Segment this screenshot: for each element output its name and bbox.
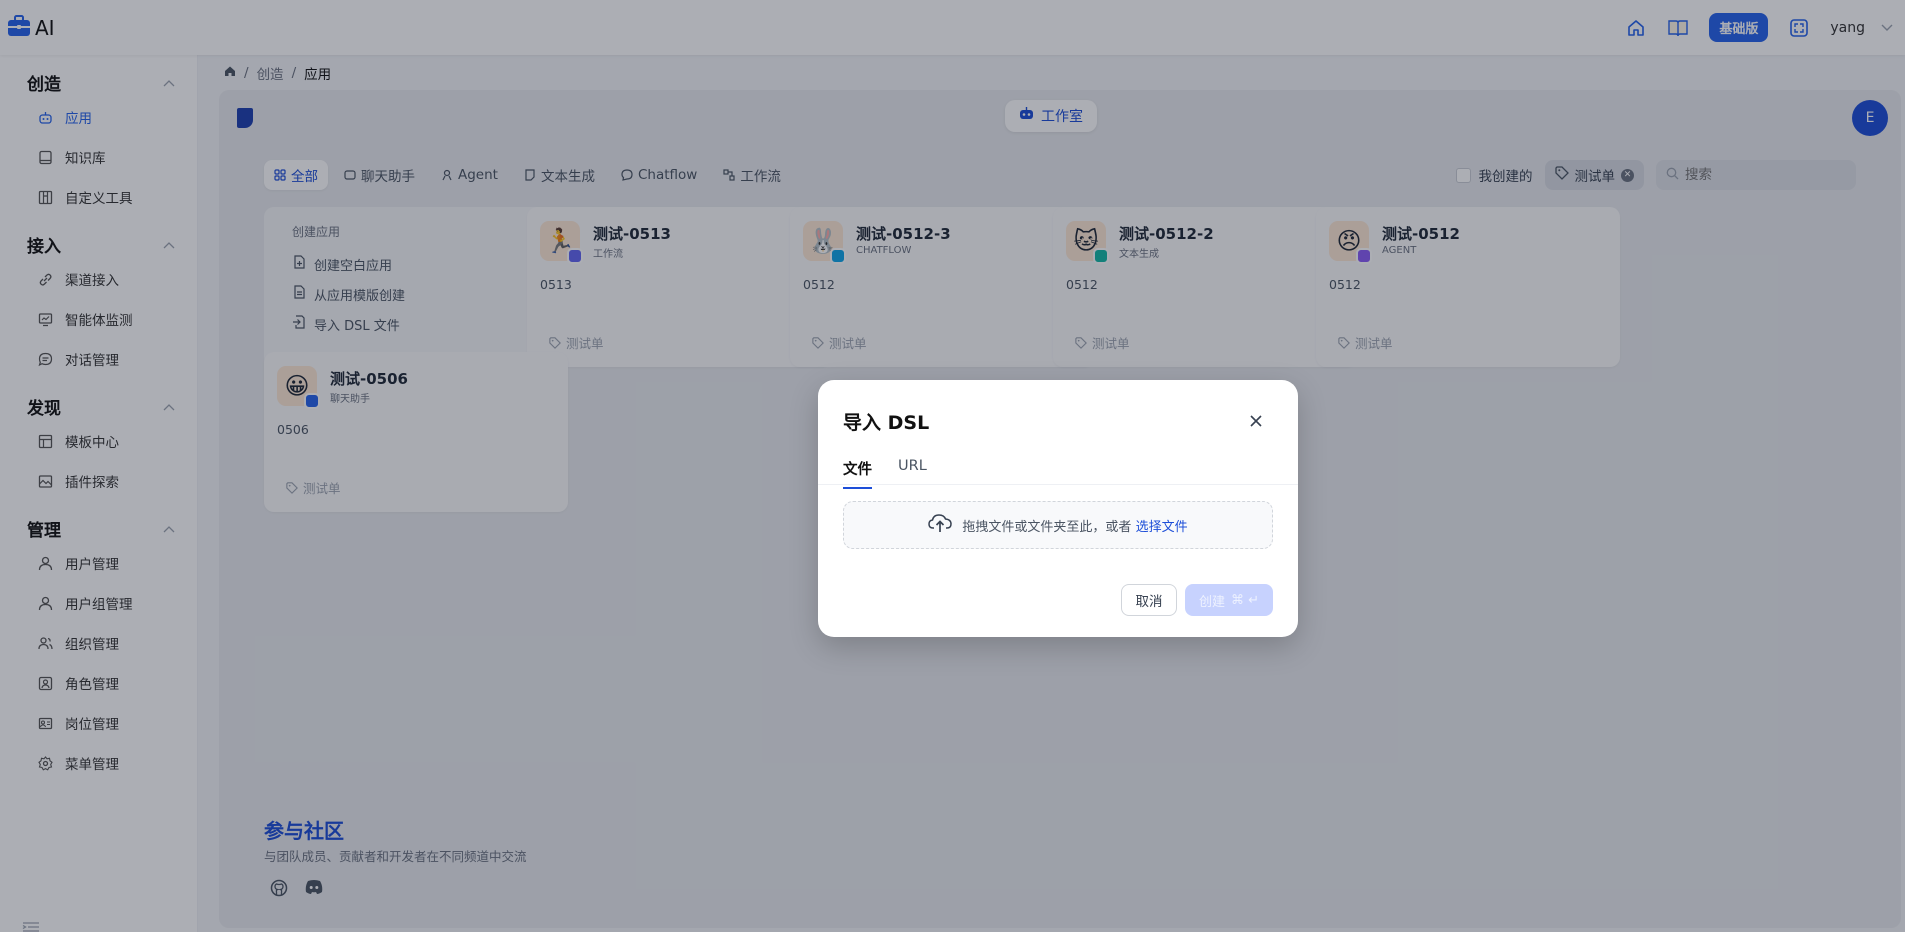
create-shortcut: ⌘ ↵: [1230, 592, 1260, 608]
cloud-upload-icon: [928, 513, 953, 537]
create-button[interactable]: 创建 ⌘ ↵: [1185, 584, 1273, 616]
dropzone-text: 拖拽文件或文件夹至此，或者: [962, 519, 1132, 535]
choose-file-link[interactable]: 选择文件: [1136, 520, 1188, 535]
import-dsl-modal: 导入 DSL 文件 URL 拖拽文件或文件夹至此，或者 选择文件 取消 创建 ⌘…: [818, 380, 1298, 637]
file-dropzone[interactable]: 拖拽文件或文件夹至此，或者 选择文件: [843, 501, 1273, 549]
cancel-button[interactable]: 取消: [1121, 584, 1177, 616]
close-icon[interactable]: [1249, 413, 1263, 427]
modal-title: 导入 DSL: [843, 412, 930, 434]
divider: [818, 484, 1298, 485]
create-label: 创建: [1198, 594, 1225, 610]
